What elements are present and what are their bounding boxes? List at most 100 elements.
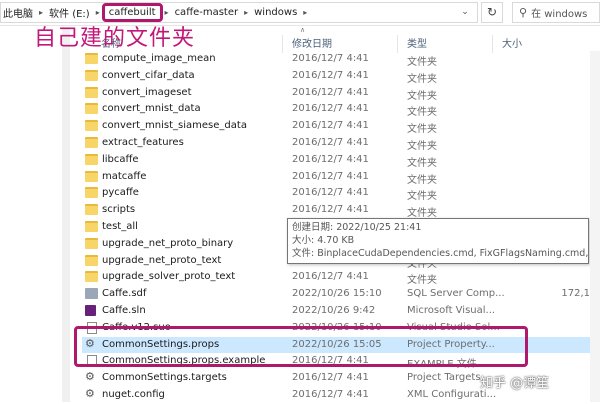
folder-icon (85, 254, 98, 266)
file-modified: 2016/12/7 4:41 (292, 53, 369, 64)
file-row[interactable]: convert_mnist_siamese_data 2016/12/7 4:41… (82, 118, 600, 135)
refresh-icon[interactable]: ↻ (481, 2, 503, 23)
file-modified: 2016/12/7 4:41 (292, 271, 369, 283)
column-header-modified[interactable]: 修改日期 (292, 35, 332, 50)
navigation-pane[interactable] (0, 27, 70, 402)
folder-icon (85, 237, 98, 249)
file-modified: 2016/12/7 4:41 (292, 120, 369, 132)
search-icon: ⚲ (519, 6, 528, 19)
file-name: upgrade_net_proto_text (102, 254, 222, 266)
tooltip-created: 创建日期: 2022/10/25 21:41 (292, 222, 422, 233)
file-modified: 2022/10/26 15:05 (292, 338, 382, 350)
file-name: test_all (102, 220, 138, 232)
file-modified: 2016/12/7 4:41 (292, 388, 369, 400)
folder-icon (85, 220, 98, 232)
file-row[interactable]: compute_image_mean 2016/12/7 4:41 文件夹 (82, 51, 600, 68)
config-file-icon: ⚙ (85, 370, 95, 384)
file-type: 文件夹 (407, 57, 437, 68)
file-name: CommonSettings.props.example (102, 355, 266, 367)
file-modified: 2016/12/7 4:41 (292, 204, 369, 216)
folder-icon (85, 204, 98, 216)
file-type: Project Targets (407, 372, 481, 384)
file-row[interactable]: CommonSettings.props.example 2016/12/7 4:… (82, 353, 600, 370)
file-type: Microsoft Visual... (407, 304, 496, 316)
file-name: matcaffe (102, 170, 147, 182)
folder-icon (85, 120, 98, 132)
file-row[interactable]: Caffe.v12.suo 2022/10/26 15:10 Visual Stud… (82, 320, 600, 337)
file-name: convert_mnist_siamese_data (102, 120, 247, 132)
file-name: pycaffe (102, 187, 139, 199)
file-name: CommonSettings.props (102, 338, 220, 350)
tooltip-files: 文件: BinplaceCudaDependencies.cmd, FixGFl… (292, 248, 589, 259)
file-modified: 2016/12/7 4:41 (292, 103, 369, 115)
file-name: Caffe.v12.suo (102, 321, 171, 333)
file-modified: 2022/10/26 15:10 (292, 321, 382, 333)
chevron-right-icon[interactable]: ▸ (39, 8, 43, 17)
file-name: Caffe.sdf (102, 288, 147, 300)
file-row[interactable]: upgrade_solver_proto_text 2016/12/7 4:41 文… (82, 269, 600, 286)
watermark: 知乎 @谭笙 (480, 376, 550, 391)
file-name: upgrade_net_proto_binary (102, 237, 234, 249)
file-name: Caffe.sln (102, 304, 146, 316)
file-icon (87, 321, 97, 334)
file-name: convert_imageset (102, 86, 192, 98)
file-type: 文件夹 (407, 157, 437, 169)
file-row[interactable]: convert_imageset 2016/12/7 4:41 文件夹 (82, 85, 600, 102)
file-modified: 2016/12/7 4:41 (292, 86, 369, 98)
vertical-scrollbar[interactable] (590, 51, 600, 402)
file-row[interactable]: matcaffe 2016/12/7 4:41 文件夹 (82, 169, 600, 186)
file-row[interactable]: extract_features 2016/12/7 4:41 文件夹 (82, 135, 600, 152)
file-name: CommonSettings.targets (102, 372, 227, 384)
file-modified: 2022/10/26 15:10 (292, 288, 382, 300)
file-row[interactable]: ⚙ CommonSettings.props 2022/10/26 15:05 Pro… (82, 336, 600, 354)
file-modified: 2016/12/7 4:41 (292, 69, 369, 81)
file-type: 文件夹 (407, 174, 437, 186)
search-input[interactable]: ⚲ 在 windows (512, 2, 600, 23)
chevron-right-icon[interactable]: ▸ (303, 8, 307, 17)
search-placeholder: 在 windows (531, 9, 588, 20)
tooltip-size: 大小: 4.70 KB (292, 235, 355, 246)
chevron-right-icon[interactable]: ▸ (244, 8, 248, 17)
crumb-caffe-master[interactable]: caffe-master (175, 7, 239, 18)
file-type: 文件夹 (407, 90, 437, 102)
file-row[interactable]: libcaffe 2016/12/7 4:41 文件夹 (82, 152, 600, 169)
file-modified: 2016/12/7 4:41 (292, 170, 369, 182)
chevron-right-icon[interactable]: ▸ (165, 8, 169, 17)
chevron-right-icon[interactable]: ▸ (96, 8, 100, 17)
file-type: 文件夹 (407, 275, 437, 287)
file-type: 文件夹 (407, 140, 437, 152)
file-type: SQL Server Comp... (407, 288, 505, 300)
navigation-pane-edge (62, 27, 70, 402)
file-type: 文件夹 (407, 107, 437, 119)
file-type: 文件夹 (407, 124, 437, 136)
file-row[interactable]: pycaffe 2016/12/7 4:41 文件夹 (82, 185, 600, 202)
file-row[interactable]: Caffe.sdf 2022/10/26 15:10 SQL Server Comp… (82, 286, 600, 303)
file-type: 文件夹 (407, 208, 437, 220)
file-name: convert_cifar_data (102, 69, 195, 81)
crumb-windows[interactable]: windows (254, 7, 297, 18)
column-header-type[interactable]: 类型 (407, 35, 427, 50)
annotation-text: 自己建的文件夹 (34, 26, 196, 51)
file-name: convert_mnist_data (102, 103, 201, 115)
file-type: Visual Studio Sol... (407, 321, 500, 333)
solution-icon (85, 304, 96, 316)
file-modified: 2016/12/7 4:41 (292, 136, 369, 148)
file-modified: 2016/12/7 4:41 (292, 187, 369, 199)
folder-icon (85, 103, 98, 115)
column-header-size[interactable]: 大小 (502, 35, 522, 50)
file-type: 文件夹 (407, 73, 437, 85)
folder-icon (85, 271, 98, 283)
file-row[interactable]: scripts 2016/12/7 4:41 文件夹 (82, 202, 600, 219)
file-name: upgrade_solver_proto_text (102, 271, 236, 283)
file-name: extract_features (102, 136, 184, 148)
folder-icon (85, 153, 98, 165)
address-dropdown-icon[interactable]: ⌄ (457, 4, 473, 20)
file-modified: 2016/12/7 4:41 (292, 372, 369, 384)
folder-icon (85, 136, 98, 148)
file-name: nuget.config (102, 388, 165, 400)
crumb-this-pc[interactable]: 此电脑 (3, 5, 33, 20)
file-row[interactable]: convert_mnist_data 2016/12/7 4:41 文件夹 (82, 101, 600, 118)
file-row[interactable]: convert_cifar_data 2016/12/7 4:41 文件夹 (82, 68, 600, 85)
crumb-drive[interactable]: 软件 (E:) (49, 5, 90, 20)
file-row[interactable]: Caffe.sln 2022/10/26 9:42 Microsoft Visual… (82, 303, 600, 320)
